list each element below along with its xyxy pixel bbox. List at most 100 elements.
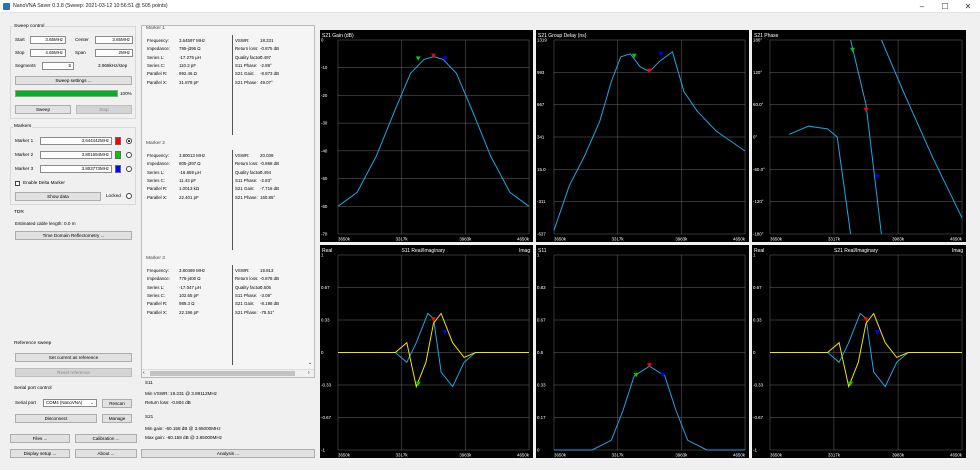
marker-info-value: 805-j397 Ω [179,161,201,167]
calibration-button[interactable]: Calibration ... [75,434,137,443]
s11-chart[interactable]: S11 1 0.83 0.67 0.5 0.33 0.17 0 3650k 3317k 3983k 4… [536,245,749,458]
marker-info-divider [232,35,233,135]
marker-info-key: S21 Phase: [235,79,258,85]
marker-3-frequency-input[interactable]: 3.803773MHz [40,165,112,173]
marker-info-key: S11 Phase: [235,62,258,68]
marker-3-point [442,330,448,335]
locked-radio[interactable] [126,193,132,199]
scroll-thumb[interactable] [150,371,295,376]
sweep-button[interactable]: Sweep [15,105,71,114]
marker-info-value: -8.873 dB [260,71,280,77]
marker-info-key: Quality factor: [235,284,263,290]
marker-1-color-button[interactable] [115,137,121,145]
y-tick-label: 0 [321,350,324,355]
span-input[interactable]: 2MHz [95,49,133,57]
chart-svg: S11 Real/ImaginaryReal Imag10.670.330-0.3… [321,248,530,458]
set-reference-button[interactable]: Set current as reference [15,353,132,362]
marker-info-value: 795-j396 Ω [179,46,201,52]
s21-real-imag-chart[interactable]: S21 Real/Imaginary Real Imag 1 0.67 0.33 0 -0.3… [752,245,966,458]
start-input[interactable]: 3.65MHz [30,36,66,44]
center-input[interactable]: 3.65MHz [95,36,133,44]
marker-info-value: 1.0013 kΩ [179,186,200,192]
chart-right-axis-label: Imag [519,248,530,254]
delta-marker-checkbox[interactable] [15,181,20,186]
sweep-settings-button[interactable]: Sweep settings ... [15,76,132,85]
disconnect-button[interactable]: Disconnect [15,414,97,423]
show-data-button[interactable]: Show data [15,192,101,201]
marker-info-value: 776-j400 Ω [179,276,201,282]
y-tick-label: -30 [321,121,328,126]
y-tick-label: -20 [321,93,328,98]
about-button[interactable]: About ... [75,449,137,458]
serial-port-select[interactable]: COM4 (NanoVNA) ⌄ [43,399,97,407]
x-tick-label: 3317k [396,453,409,458]
marker-info-key: Impedance: [147,161,170,167]
y-tick-label: -40 [321,148,328,153]
marker-info-key: Parallel X: [147,194,168,200]
marker-info-divider [232,265,233,365]
minimize-button[interactable]: – [914,1,930,12]
files-button[interactable]: Files ... [10,434,70,443]
tdr-button[interactable]: Time Domain Reflectometry ... [15,231,132,240]
marker-1-radio[interactable] [126,138,132,144]
reset-reference-button[interactable]: Reset reference [15,368,132,377]
marker-2-point [863,107,869,113]
stop-label: Stop [15,50,25,55]
analysis-button[interactable]: Analysis ... [141,449,315,458]
y-tick-label: -10 [321,65,328,70]
marker-info-key: VSWR: [235,38,250,43]
display-setup-button[interactable]: Display setup ... [10,449,70,458]
start-label: Start [15,37,25,42]
x-tick-label: 3317k [828,237,841,242]
chart-svg: S21 Real/ImaginaryReal Imag10.670.330-0.3… [753,248,963,458]
x-tick-label: 3983k [675,237,688,242]
maximize-button[interactable]: ☐ [937,1,953,12]
marker-1-frequency-input[interactable]: 3.644442MHz [40,137,112,145]
marker-2-frequency-input[interactable]: 3.801594MHz [40,151,112,159]
marker-info-key: Series L: [147,284,165,290]
scroll-right-icon[interactable]: › [308,370,310,376]
marker-info-key: Return loss: [235,161,259,167]
y-tick-label: -1 [753,448,757,453]
stop-input[interactable]: 4.65MHz [30,49,66,57]
stop-button[interactable]: Stop [76,105,132,114]
rescan-button[interactable]: Rescan [102,399,132,408]
s21-min-gain: Min gain: -60.158 dB @ 3.65000MHz [145,426,221,431]
marker-3-color-button[interactable] [115,165,121,173]
close-button[interactable]: ✕ [960,1,976,12]
scroll-down-icon[interactable]: ⌄ [308,360,312,366]
s11-real-imag-chart[interactable]: S11 Real/Imaginary Real Imag 1 0.67 0.33 0 -0.3… [320,245,533,458]
marker-info-key: Return loss: [235,276,259,282]
marker-info-key: Parallel R: [147,301,168,307]
x-tick-label: 3983k [892,237,905,242]
marker-info-value: 20.039 [260,153,274,158]
manage-button[interactable]: Manage [102,414,132,423]
marker-info-value: 18.231 [260,38,274,43]
s21-summary-title: S21 [145,414,154,419]
marker-info-key: Parallel X: [147,309,168,315]
chart-left-axis-label: Real [322,248,332,254]
marker-info-value: -0.878 dB [260,276,280,282]
x-tick-label: 3650k [554,237,567,242]
marker-info-panel[interactable]: Marker 1 Frequency: 3.64597 MHz Impedance: 7… [141,25,315,378]
marker-2-radio[interactable] [126,152,132,158]
s21-gain-chart[interactable]: S21 Gain (dB) 0 -10 -20 -30 -40 -50 -60 -70 3650k… [320,30,533,242]
segments-input[interactable]: 5 [42,62,74,70]
marker-info-value: -75.51° [260,309,275,315]
s21-group-delay-chart[interactable]: S21 Group Delay (ns) 1319 993 667 341 15.0 -31… [536,30,749,242]
marker-info-key: Impedance: [147,46,170,52]
s11-summary-title: S11 [145,380,153,385]
chart-svg: S21 Gain (dB)0-10-20-30-40-50-60-703650k… [321,33,530,242]
marker-info-value: -2.89° [260,62,272,68]
span-label: Span [75,50,86,55]
marker-info-value: -8.198 dB [260,301,280,307]
marker-info-key: S21 Gain: [235,71,255,77]
scroll-left-icon[interactable]: ‹ [143,370,145,376]
marker-3-radio[interactable] [126,166,132,172]
marker-2-color-button[interactable] [115,151,121,159]
delta-marker-label: Enable Delta Marker [23,180,65,185]
s21-phase-chart[interactable]: S21 Phase 180° 120° 60.0° 0° -60.0° -120° -180°… [752,30,966,242]
horizontal-scrollbar[interactable]: ‹ › [142,369,314,377]
y-tick-label: 180° [753,38,762,43]
marker-info-title: Marker 1 [146,26,165,31]
